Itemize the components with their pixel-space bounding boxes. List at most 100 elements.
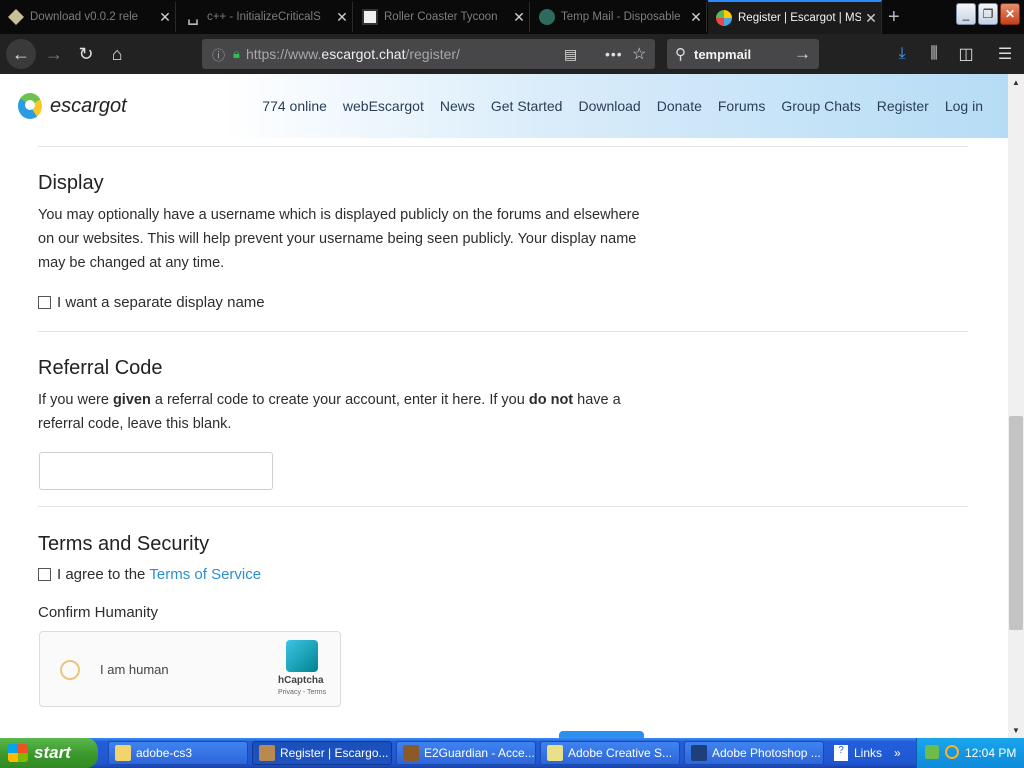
clock[interactable]: 12:04 PM bbox=[965, 746, 1016, 760]
terms-agree-label[interactable]: I agree to the bbox=[57, 566, 145, 583]
network-icon[interactable] bbox=[925, 745, 939, 759]
nav-news[interactable]: News bbox=[440, 98, 475, 114]
flask-icon bbox=[8, 9, 24, 25]
nav-download[interactable]: Download bbox=[578, 98, 640, 114]
tab-register-escargot[interactable]: Register | Escargot | MS ✕ bbox=[708, 0, 882, 34]
display-name-checkbox[interactable] bbox=[38, 296, 51, 309]
taskbar-item-label: Register | Escargo... bbox=[280, 746, 389, 760]
captcha-checkbox[interactable] bbox=[60, 660, 80, 680]
reader-view-icon[interactable]: ▤ bbox=[564, 46, 577, 63]
nav-forums[interactable]: Forums bbox=[718, 98, 765, 114]
site-logo[interactable]: escargot bbox=[18, 93, 127, 119]
browser-icon bbox=[403, 745, 419, 761]
close-icon[interactable]: ✕ bbox=[332, 9, 352, 26]
tempmail-icon bbox=[539, 9, 555, 25]
menu-icon[interactable]: ☰ bbox=[992, 40, 1018, 68]
referral-code-input[interactable] bbox=[39, 452, 273, 490]
new-tab-button[interactable]: + bbox=[888, 6, 900, 29]
lock-icon[interactable]: 🔒︎ bbox=[233, 46, 240, 62]
tab-label: Roller Coaster Tycoon bbox=[384, 11, 498, 23]
folder-icon bbox=[115, 745, 131, 761]
back-button[interactable]: ← bbox=[6, 39, 36, 69]
search-go-arrow-icon[interactable]: → bbox=[794, 44, 811, 64]
scroll-down-arrow-icon[interactable]: ▼ bbox=[1008, 722, 1024, 738]
taskbar-item-label: Adobe Creative S... bbox=[568, 746, 673, 760]
tab-label: c++ - InitializeCriticalS bbox=[207, 11, 321, 23]
reload-button[interactable]: ↻ bbox=[72, 40, 100, 68]
close-icon[interactable]: ✕ bbox=[686, 9, 706, 26]
restore-button[interactable]: ❐ bbox=[978, 3, 998, 25]
scroll-up-arrow-icon[interactable]: ▲ bbox=[1008, 74, 1024, 90]
nav-webescargot[interactable]: webEscargot bbox=[343, 98, 424, 114]
logo-text: escargot bbox=[50, 94, 127, 117]
close-window-button[interactable]: ✕ bbox=[1000, 3, 1020, 25]
nav-get-started[interactable]: Get Started bbox=[491, 98, 563, 114]
search-input[interactable]: tempmail bbox=[694, 47, 751, 62]
captcha-brand: hCaptcha bbox=[278, 675, 324, 686]
info-icon[interactable]: ⓘ bbox=[212, 45, 225, 64]
captcha-links[interactable]: Privacy - Terms bbox=[278, 689, 326, 696]
nav-login[interactable]: Log in bbox=[945, 98, 983, 114]
terms-agree-checkbox[interactable] bbox=[38, 568, 51, 581]
links-toolbar[interactable]: ? Links » bbox=[834, 741, 901, 765]
display-name-checkbox-row[interactable]: I want a separate display name bbox=[38, 294, 265, 311]
referral-heading: Referral Code bbox=[38, 357, 163, 379]
tab-label: Register | Escargot | MS bbox=[738, 12, 861, 24]
minimize-button[interactable]: _ bbox=[956, 3, 976, 25]
home-button[interactable]: ⌂ bbox=[103, 40, 131, 68]
windows-taskbar: start adobe-cs3 Register | Escargo... E2… bbox=[0, 738, 1024, 768]
library-icon[interactable]: ⫼ bbox=[921, 40, 947, 68]
start-button[interactable]: start bbox=[0, 738, 98, 768]
search-bar[interactable]: ⚲ tempmail → bbox=[667, 39, 819, 69]
bookmark-star-icon[interactable]: ☆ bbox=[632, 44, 646, 64]
site-header: escargot 774 online webEscargot News Get… bbox=[0, 74, 1008, 138]
taskbar-item-label: Adobe Photoshop ... bbox=[712, 746, 821, 760]
download-icon[interactable]: ⤓ bbox=[889, 40, 915, 68]
stackoverflow-icon bbox=[188, 19, 198, 25]
url-bar[interactable]: ⓘ 🔒︎ https://www.escargot.chat/register/… bbox=[202, 39, 655, 69]
search-tray-icon[interactable] bbox=[945, 745, 959, 759]
terms-of-service-link[interactable]: Terms of Service bbox=[149, 566, 261, 583]
taskbar-item-adobe-photoshop[interactable]: Adobe Photoshop ... bbox=[684, 741, 824, 765]
windows-logo-icon bbox=[8, 744, 28, 762]
close-icon[interactable]: ✕ bbox=[155, 9, 175, 26]
chevron-right-icon[interactable]: » bbox=[894, 746, 901, 760]
scroll-thumb[interactable] bbox=[1009, 416, 1023, 630]
display-name-checkbox-label[interactable]: I want a separate display name bbox=[57, 294, 265, 311]
terms-heading: Terms and Security bbox=[38, 533, 210, 555]
sidebar-icon[interactable]: ◫ bbox=[953, 40, 979, 68]
browser-icon bbox=[259, 745, 275, 761]
nav-online-count[interactable]: 774 online bbox=[262, 98, 327, 114]
museum-icon bbox=[362, 9, 378, 25]
close-icon[interactable]: ✕ bbox=[861, 10, 881, 27]
section-divider bbox=[38, 146, 968, 147]
confirm-humanity-label: Confirm Humanity bbox=[38, 604, 159, 621]
taskbar-item-adobe-creative-suite[interactable]: Adobe Creative S... bbox=[540, 741, 680, 765]
tab-roller-coaster[interactable]: Roller Coaster Tycoon ✕ bbox=[354, 2, 530, 32]
forward-button[interactable]: → bbox=[40, 40, 68, 68]
taskbar-item-e2guardian[interactable]: E2Guardian - Acce... bbox=[396, 741, 536, 765]
tab-label: Download v0.0.2 rele bbox=[30, 11, 139, 23]
hcaptcha-widget: I am human hCaptcha Privacy - Terms bbox=[39, 631, 341, 707]
start-label: start bbox=[34, 743, 71, 762]
tab-download[interactable]: Download v0.0.2 rele ✕ bbox=[0, 2, 176, 32]
escargot-logo-icon bbox=[18, 93, 42, 119]
close-icon[interactable]: ✕ bbox=[509, 9, 529, 26]
terms-agree-row[interactable]: I agree to the Terms of Service bbox=[38, 566, 261, 583]
hcaptcha-logo-icon bbox=[286, 640, 318, 672]
help-icon: ? bbox=[834, 745, 848, 761]
page-actions-icon[interactable]: ••• bbox=[605, 46, 623, 62]
tab-stackoverflow[interactable]: c++ - InitializeCriticalS ✕ bbox=[177, 2, 353, 32]
tab-tempmail[interactable]: Temp Mail - Disposable ✕ bbox=[531, 2, 707, 32]
taskbar-item-register-escargot[interactable]: Register | Escargo... bbox=[252, 741, 392, 765]
submit-button[interactable] bbox=[559, 731, 644, 738]
nav-donate[interactable]: Donate bbox=[657, 98, 702, 114]
taskbar-item-adobe-cs3[interactable]: adobe-cs3 bbox=[108, 741, 248, 765]
links-label: Links bbox=[854, 746, 883, 760]
nav-register[interactable]: Register bbox=[877, 98, 929, 114]
referral-description: If you were given a referral code to cre… bbox=[38, 392, 621, 432]
nav-group-chats[interactable]: Group Chats bbox=[781, 98, 860, 114]
url-text[interactable]: https://www.escargot.chat/register/ bbox=[246, 46, 460, 62]
page-scrollbar[interactable]: ▲ ▼ bbox=[1008, 74, 1024, 738]
display-heading: Display bbox=[38, 172, 104, 194]
